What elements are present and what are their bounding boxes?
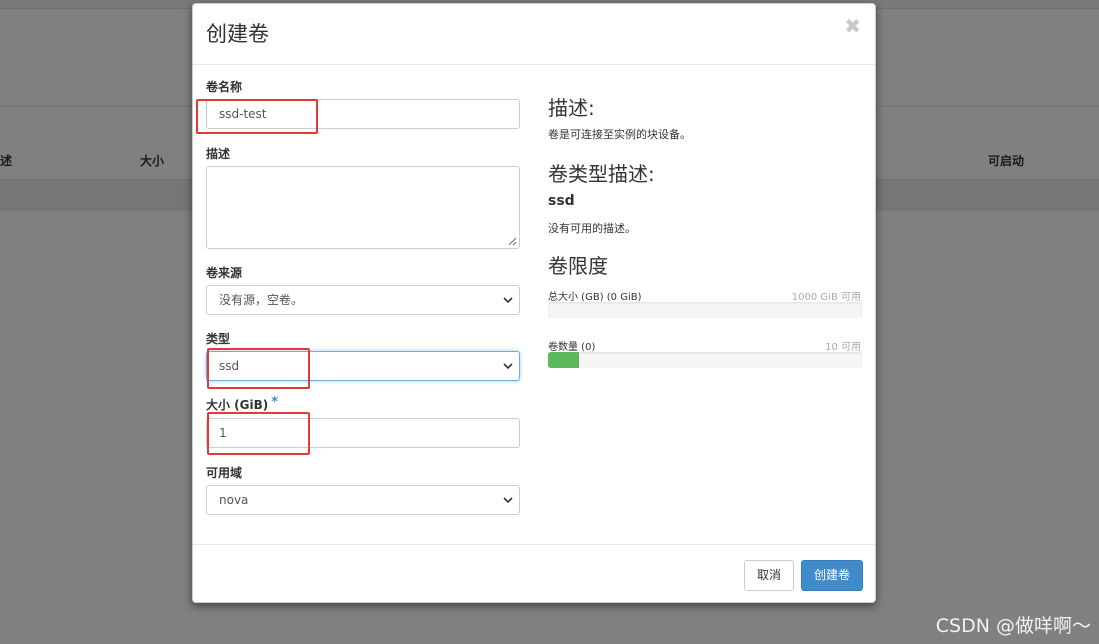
availability-zone-value: nova xyxy=(219,493,249,507)
close-icon[interactable]: ✖ xyxy=(844,14,861,38)
volume-size-input[interactable]: 1 xyxy=(206,418,520,448)
volume-source-value: 没有源，空卷。 xyxy=(219,293,304,307)
description-textarea[interactable] xyxy=(206,166,520,249)
quota-size-available: 1000 GiB 可用 xyxy=(791,292,861,303)
volume-size-label: 大小 (GiB) * xyxy=(206,395,279,413)
help-limits-title: 卷限度 xyxy=(548,254,608,278)
volume-type-value: ssd xyxy=(219,359,240,373)
modal-footer: 取消 创建卷 xyxy=(193,544,875,604)
availability-zone-select[interactable]: nova xyxy=(206,485,520,515)
cancel-button[interactable]: 取消 xyxy=(744,560,794,591)
volume-type-label: 类型 xyxy=(206,332,231,346)
quota-size-progress xyxy=(548,302,862,318)
background-column-size: 大小 xyxy=(140,154,165,168)
quota-count-progress xyxy=(548,352,862,368)
volume-source-select[interactable]: 没有源，空卷。 xyxy=(206,285,520,315)
watermark: CSDN @做咩啊～ xyxy=(935,615,1091,637)
quota-size-label: 总大小 (GB) (0 GiB) xyxy=(548,292,642,303)
quota-count-progress-bar xyxy=(548,352,580,368)
help-description-title: 描述: xyxy=(548,96,595,120)
chevron-down-icon xyxy=(503,363,513,370)
volume-name-label: 卷名称 xyxy=(206,80,243,94)
modal-title: 创建卷 xyxy=(206,22,269,46)
required-mark: * xyxy=(271,395,279,410)
quota-count-available: 10 可用 xyxy=(825,342,861,353)
volume-size-label-text: 大小 (GiB) xyxy=(206,398,269,412)
chevron-down-icon xyxy=(503,497,513,504)
quota-count-label: 卷数量 (0) xyxy=(548,342,596,353)
volume-type-select[interactable]: ssd xyxy=(206,351,520,381)
help-type-description-title: 卷类型描述: xyxy=(548,162,655,186)
background-column-bootable: 可启动 xyxy=(988,154,1025,168)
help-type-name: ssd xyxy=(548,193,575,209)
chevron-down-icon xyxy=(503,297,513,304)
availability-zone-label: 可用域 xyxy=(206,466,243,480)
modal-header: 创建卷 ✖ xyxy=(193,4,875,65)
background-column-description: 描述 xyxy=(0,154,13,168)
create-volume-modal: 创建卷 ✖ 卷名称 ssd-test 描述 卷来源 没有源，空卷。 类型 ssd… xyxy=(192,3,876,603)
description-label: 描述 xyxy=(206,147,231,161)
volume-source-label: 卷来源 xyxy=(206,266,243,280)
volume-name-input[interactable]: ssd-test xyxy=(206,99,520,129)
resize-grip-icon[interactable] xyxy=(508,237,517,246)
help-description-text: 卷是可连接至实例的块设备。 xyxy=(548,128,691,141)
help-type-description-text: 没有可用的描述。 xyxy=(548,222,636,235)
create-volume-button[interactable]: 创建卷 xyxy=(801,560,863,591)
